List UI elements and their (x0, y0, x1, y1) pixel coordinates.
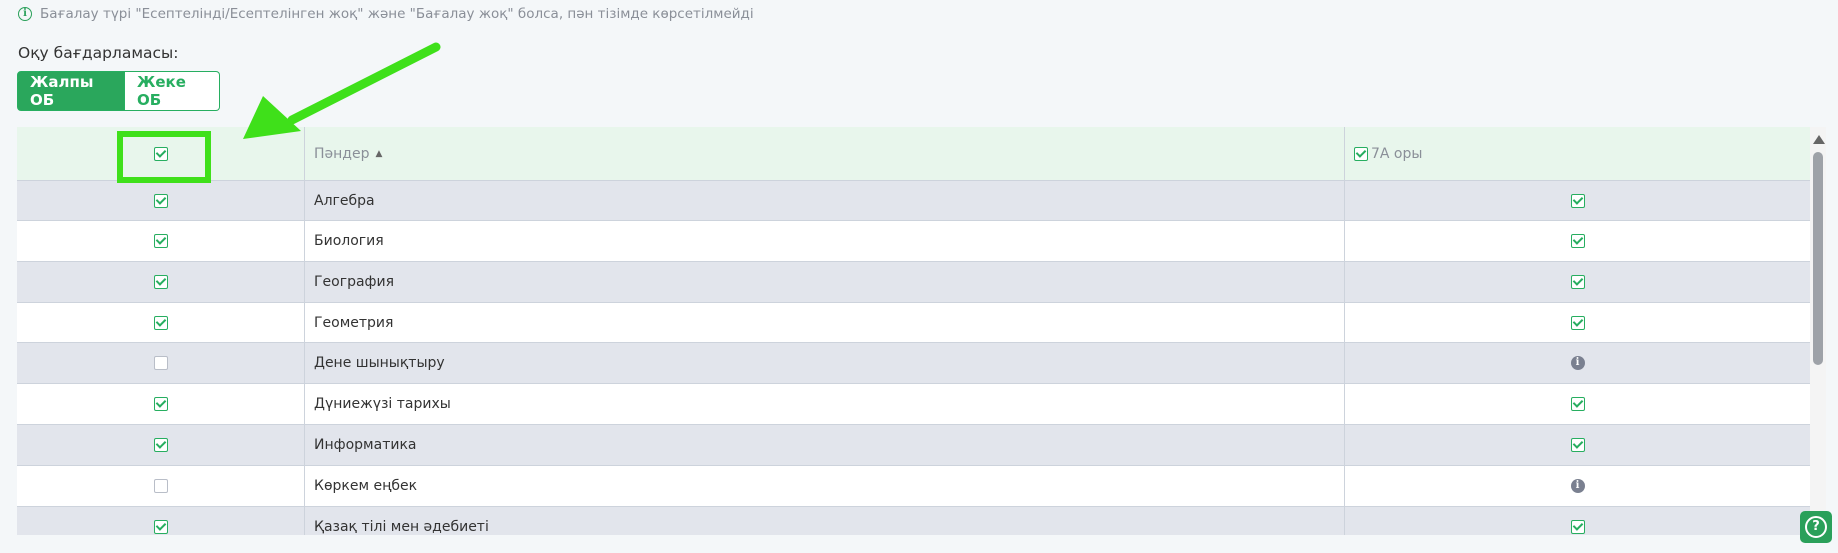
subject-name: География (305, 262, 1345, 302)
class-status-cell (1345, 262, 1810, 302)
class-column-header: 7А оры (1345, 127, 1810, 180)
table-row: Дүниежүзі тарихы (17, 384, 1810, 425)
class-checkbox[interactable] (1570, 234, 1585, 248)
subject-name: Геометрия (305, 303, 1345, 342)
info-icon[interactable]: i (1570, 479, 1585, 493)
info-icon[interactable]: i (1570, 356, 1585, 370)
row-select-cell (17, 262, 305, 302)
row-checkbox[interactable] (153, 397, 168, 411)
row-select-cell (17, 425, 305, 465)
class-checkbox[interactable] (1570, 438, 1585, 452)
class-status-cell (1345, 221, 1810, 261)
row-select-cell (17, 384, 305, 424)
class-status-cell (1345, 425, 1810, 465)
row-checkbox[interactable] (153, 479, 168, 493)
row-select-cell (17, 181, 305, 220)
class-header-label: 7А оры (1371, 145, 1423, 162)
subject-name: Қазақ тілі мен әдебиеті (305, 507, 1345, 535)
row-select-cell (17, 507, 305, 535)
table-row: Алгебра (17, 181, 1810, 221)
select-all-cell (17, 127, 305, 180)
subjects-header-label: Пәндер (314, 145, 370, 162)
sort-ascending-icon: ▲ (375, 148, 383, 159)
help-icon: ? (1805, 516, 1827, 538)
row-select-cell (17, 466, 305, 506)
row-checkbox[interactable] (153, 275, 168, 289)
subjects-table: Пәндер ▲ 7А оры Алгебра Биология География… (17, 127, 1810, 535)
subject-name: Дүниежүзі тарихы (305, 384, 1345, 424)
table-row: Биология (17, 221, 1810, 262)
subjects-column-header[interactable]: Пәндер ▲ (305, 127, 1345, 180)
row-checkbox[interactable] (153, 520, 168, 534)
class-status-cell (1345, 181, 1810, 220)
table-row: Информатика (17, 425, 1810, 466)
table-header: Пәндер ▲ 7А оры (17, 127, 1810, 181)
table-scrollbar[interactable] (1810, 127, 1826, 535)
row-checkbox[interactable] (153, 193, 168, 208)
class-checkbox[interactable] (1570, 315, 1585, 330)
class-status-cell (1345, 384, 1810, 424)
class-select-all-checkbox[interactable] (1354, 146, 1368, 161)
subject-name: Көркем еңбек (305, 466, 1345, 506)
help-button[interactable]: ? (1800, 511, 1832, 543)
select-all-checkbox[interactable] (153, 146, 168, 161)
class-checkbox[interactable] (1570, 397, 1585, 411)
info-notice-text: Бағалау түрі "Есептелінді/Есептелінген ж… (40, 6, 754, 22)
individual-program-button[interactable]: Жеке ОБ (125, 71, 220, 111)
table-row: Дене шынықтыру i (17, 343, 1810, 384)
program-label: Оқу бағдарламасы: (18, 44, 179, 62)
annotation-arrow-shaft (287, 42, 441, 125)
info-icon: i (18, 7, 32, 21)
program-toggle: Жалпы ОБ Жеке ОБ (17, 71, 220, 111)
class-status-cell: i (1345, 466, 1810, 506)
class-checkbox[interactable] (1570, 193, 1585, 208)
class-checkbox[interactable] (1570, 520, 1585, 534)
row-checkbox[interactable] (153, 315, 168, 330)
subject-name: Биология (305, 221, 1345, 261)
class-status-cell (1345, 507, 1810, 535)
row-checkbox[interactable] (153, 356, 168, 370)
class-status-cell (1345, 303, 1810, 342)
table-row: Көркем еңбек i (17, 466, 1810, 507)
table-row: Геометрия (17, 303, 1810, 343)
class-checkbox[interactable] (1570, 275, 1585, 289)
subject-name: Дене шынықтыру (305, 343, 1345, 383)
subject-name: Информатика (305, 425, 1345, 465)
row-select-cell (17, 303, 305, 342)
row-checkbox[interactable] (153, 234, 168, 248)
row-select-cell (17, 343, 305, 383)
subject-name: Алгебра (305, 181, 1345, 220)
info-notice: i Бағалау түрі "Есептелінді/Есептелінген… (18, 6, 754, 22)
row-select-cell (17, 221, 305, 261)
row-checkbox[interactable] (153, 438, 168, 452)
table-row: Қазақ тілі мен әдебиеті (17, 507, 1810, 535)
table-row: География (17, 262, 1810, 303)
general-program-button[interactable]: Жалпы ОБ (17, 71, 125, 111)
scrollbar-thumb[interactable] (1813, 152, 1823, 365)
scroll-up-icon[interactable] (1813, 135, 1825, 144)
class-status-cell: i (1345, 343, 1810, 383)
